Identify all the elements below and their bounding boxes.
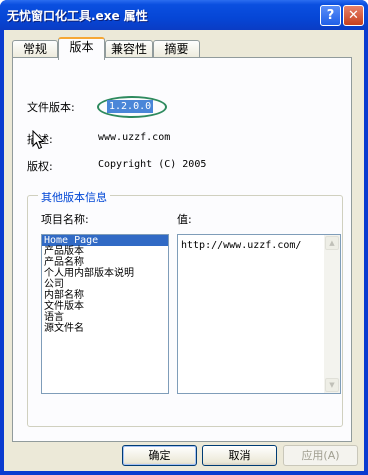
copyright-value[interactable]: Copyright (C) 2005 — [98, 159, 206, 170]
list-item[interactable]: 语言 — [42, 312, 168, 323]
list-item[interactable]: 产品名称 — [42, 257, 168, 268]
item-name-label: 项目名称: — [41, 213, 89, 226]
cancel-button[interactable]: 取消 — [202, 445, 277, 466]
file-version-value[interactable]: 1.2.0.0 — [107, 100, 154, 113]
description-value[interactable]: www.uzzf.com — [98, 132, 170, 143]
item-name-listbox[interactable]: Home Page 产品版本 产品名称 个人用内部版本说明 公司 内部名称 文件… — [41, 234, 169, 394]
apply-button[interactable]: 应用(A) — [283, 445, 358, 466]
tab-version[interactable]: 版本 — [58, 37, 105, 60]
list-item[interactable]: Home Page — [42, 235, 168, 246]
window-title: 无忧窗口化工具.exe 属性 — [7, 9, 148, 23]
properties-window: 无忧窗口化工具.exe 属性 ? ✕ 常规 版本 兼容性 摘要 文件版本: 1.… — [0, 0, 368, 475]
value-label: 值: — [177, 213, 192, 226]
arrow-cursor-icon — [32, 130, 44, 150]
value-textbox[interactable]: http://www.uzzf.com/ ▲ ▼ — [177, 234, 341, 394]
list-item[interactable]: 产品版本 — [42, 246, 168, 257]
value-scrollbar[interactable]: ▲ ▼ — [324, 235, 340, 393]
selected-item-value[interactable]: http://www.uzzf.com/ — [181, 240, 301, 251]
list-item[interactable]: 文件版本 — [42, 301, 168, 312]
dialog-client-area: 常规 版本 兼容性 摘要 文件版本: 1.2.0.0 描述: www.uzzf.… — [4, 30, 364, 471]
help-button[interactable]: ? — [320, 5, 341, 26]
version-panel: 文件版本: 1.2.0.0 描述: www.uzzf.com 版权: Copyr… — [12, 57, 352, 442]
list-item[interactable]: 公司 — [42, 279, 168, 290]
other-version-info-title: 其他版本信息 — [38, 189, 110, 205]
copyright-label: 版权: — [27, 160, 53, 173]
close-button[interactable]: ✕ — [343, 5, 364, 26]
file-version-label: 文件版本: — [27, 101, 75, 114]
title-bar[interactable]: 无忧窗口化工具.exe 属性 ? ✕ — [0, 0, 368, 30]
ok-button[interactable]: 确定 — [122, 445, 197, 466]
scroll-up-arrow-icon[interactable]: ▲ — [325, 236, 339, 250]
list-item[interactable]: 内部名称 — [42, 290, 168, 301]
list-item[interactable]: 个人用内部版本说明 — [42, 268, 168, 279]
scroll-down-arrow-icon[interactable]: ▼ — [325, 378, 339, 392]
list-item[interactable]: 源文件名 — [42, 323, 168, 334]
